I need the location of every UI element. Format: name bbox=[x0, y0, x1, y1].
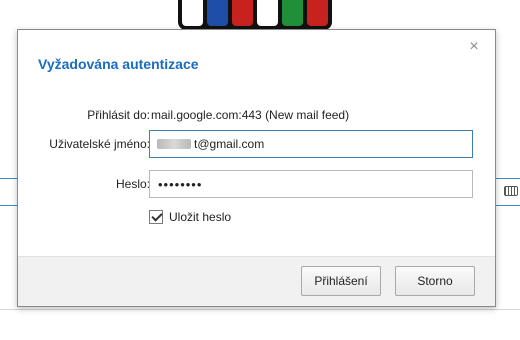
rubiks-cube-image bbox=[178, 0, 332, 30]
cube-tile bbox=[232, 0, 253, 26]
background-divider bbox=[0, 178, 17, 179]
password-field[interactable] bbox=[149, 170, 473, 198]
auth-dialog: × Vyžadována autentizace Přihlásit do: m… bbox=[17, 29, 496, 307]
username-field[interactable] bbox=[149, 130, 473, 158]
remember-checkbox[interactable] bbox=[149, 210, 163, 224]
cube-tile bbox=[307, 0, 328, 26]
background-divider bbox=[496, 178, 520, 179]
close-icon[interactable]: × bbox=[467, 39, 481, 55]
password-label: Heslo: bbox=[115, 177, 150, 191]
username-label: Uživatelské jméno: bbox=[49, 137, 150, 151]
cube-tile bbox=[207, 0, 228, 26]
login-to-row: Přihlásit do: mail.google.com:443 (New m… bbox=[18, 101, 495, 129]
password-row: Heslo: bbox=[18, 170, 495, 198]
dialog-title: Vyžadována autentizace bbox=[38, 56, 199, 72]
login-to-label: Přihlásit do: bbox=[87, 108, 150, 122]
background-divider bbox=[0, 205, 17, 206]
redacted-text bbox=[157, 139, 191, 149]
background-divider bbox=[0, 309, 520, 310]
cube-tile bbox=[182, 0, 203, 26]
login-button[interactable]: Přihlášení bbox=[301, 266, 381, 296]
remember-label[interactable]: Uložit heslo bbox=[169, 210, 231, 224]
username-row: Uživatelské jméno: bbox=[18, 130, 495, 158]
cancel-button[interactable]: Storno bbox=[395, 266, 475, 296]
background-divider bbox=[496, 205, 520, 206]
login-to-value: mail.google.com:443 (New mail feed) bbox=[151, 108, 350, 122]
keyboard-icon[interactable] bbox=[504, 186, 518, 196]
dialog-footer: Přihlášení Storno bbox=[18, 256, 495, 306]
cube-tile bbox=[282, 0, 303, 26]
cube-tile bbox=[257, 0, 278, 26]
remember-password[interactable]: Uložit heslo bbox=[149, 210, 231, 224]
